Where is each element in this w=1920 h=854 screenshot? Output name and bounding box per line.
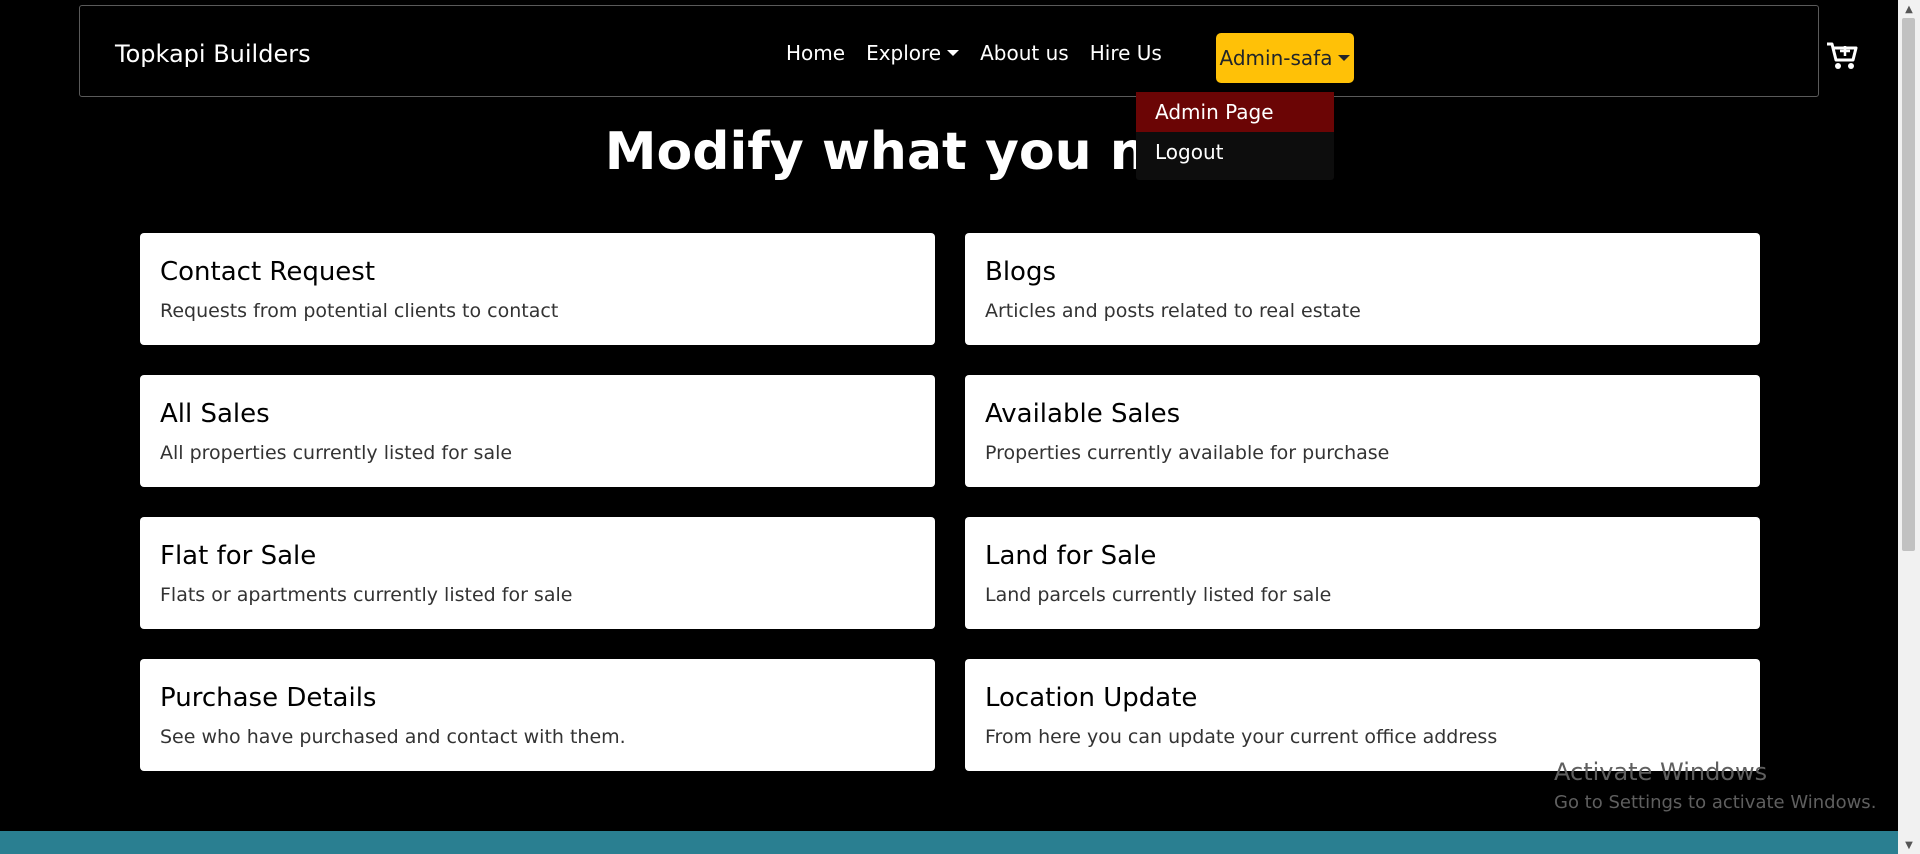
nav-about-link[interactable]: About us — [980, 41, 1069, 65]
card-title: Land for Sale — [985, 541, 1157, 571]
nav-hire-link[interactable]: Hire Us — [1090, 41, 1162, 65]
watermark-title: Activate Windows — [1554, 758, 1768, 786]
card-description: Properties currently available for purch… — [985, 442, 1390, 464]
caret-down-icon — [947, 50, 960, 56]
nav-links: Home Explore About us Hire Us — [786, 28, 1183, 78]
nav-home-label: Home — [786, 41, 846, 65]
nav-hire-label: Hire Us — [1089, 41, 1162, 65]
nav-explore-label: Explore — [866, 41, 942, 65]
dropdown-item-logout[interactable]: Logout — [1136, 132, 1334, 172]
card-title: Contact Request — [160, 257, 376, 287]
brand-logo-text[interactable]: Topkapi Builders — [115, 40, 311, 68]
page-title: Modify what you need! — [604, 122, 1279, 182]
card-available-sales[interactable]: Available Sales Properties currently ava… — [965, 375, 1760, 487]
caret-down-icon — [1338, 55, 1351, 61]
card-land-for-sale[interactable]: Land for Sale Land parcels currently lis… — [965, 517, 1760, 629]
card-contact-request[interactable]: Contact Request Requests from potential … — [140, 233, 935, 345]
dropdown-item-admin-page[interactable]: Admin Page — [1136, 92, 1334, 132]
scroll-down-arrow-icon[interactable]: ▼ — [1898, 836, 1920, 854]
card-description: See who have purchased and contact with … — [160, 726, 626, 748]
card-title: Purchase Details — [160, 683, 377, 713]
admin-label: Admin-safa — [1219, 46, 1333, 70]
card-title: Available Sales — [985, 399, 1181, 429]
card-description: From here you can update your current of… — [985, 726, 1498, 748]
card-description: All properties currently listed for sale — [160, 442, 513, 464]
card-description: Land parcels currently listed for sale — [985, 584, 1332, 606]
navbar: Topkapi Builders Home Explore About us H… — [79, 5, 1858, 97]
card-blogs[interactable]: Blogs Articles and posts related to real… — [965, 233, 1760, 345]
card-description: Requests from potential clients to conta… — [160, 300, 559, 322]
card-description: Flats or apartments currently listed for… — [160, 584, 573, 606]
card-title: Location Update — [985, 683, 1198, 713]
card-flat-for-sale[interactable]: Flat for Sale Flats or apartments curren… — [140, 517, 935, 629]
watermark-subtitle: Go to Settings to activate Windows. — [1554, 792, 1877, 813]
card-title: Flat for Sale — [160, 541, 317, 571]
cart-plus-icon[interactable] — [1825, 40, 1859, 72]
activate-windows-watermark: Activate Windows Go to Settings to activ… — [1554, 758, 1876, 813]
card-purchase-details[interactable]: Purchase Details See who have purchased … — [140, 659, 935, 771]
vertical-scrollbar[interactable]: ▲ ▼ — [1898, 0, 1920, 854]
admin-dropdown-menu: Admin Page Logout — [1136, 92, 1334, 180]
scroll-up-arrow-icon[interactable]: ▲ — [1898, 0, 1920, 18]
card-location-update[interactable]: Location Update From here you can update… — [965, 659, 1760, 771]
card-description: Articles and posts related to real estat… — [985, 300, 1361, 322]
nav-home-link[interactable]: Home — [786, 41, 845, 65]
footer-bar — [0, 831, 1898, 854]
card-all-sales[interactable]: All Sales All properties currently liste… — [140, 375, 935, 487]
scrollbar-thumb[interactable] — [1902, 18, 1915, 551]
card-title: Blogs — [985, 257, 1057, 287]
nav-explore-dropdown[interactable]: Explore — [866, 41, 960, 65]
card-title: All Sales — [160, 399, 270, 429]
admin-dropdown-button[interactable]: Admin-safa — [1216, 33, 1354, 83]
nav-about-label: About us — [980, 41, 1069, 65]
